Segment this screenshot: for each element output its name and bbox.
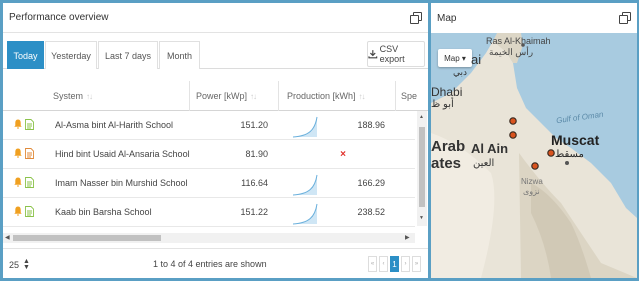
- pagination: « ‹ 1 › »: [368, 256, 421, 272]
- page-number[interactable]: 1: [390, 256, 399, 272]
- tab-today[interactable]: Today: [7, 41, 44, 69]
- power-value: 116.64: [241, 178, 268, 188]
- vertical-scroll-thumb[interactable]: [419, 127, 425, 207]
- horizontal-scroll-thumb[interactable]: [13, 235, 161, 241]
- column-divider: [395, 81, 396, 111]
- column-system-label: System: [53, 91, 84, 101]
- column-divider: [189, 81, 190, 111]
- production-value: 166.29: [357, 178, 385, 188]
- column-system[interactable]: System ↑↓: [53, 81, 93, 111]
- page-size-select[interactable]: 25 ▲ ▼: [9, 256, 39, 273]
- production-value: 238.52: [357, 207, 385, 217]
- performance-header: Performance overview: [3, 3, 428, 33]
- map-label-arab: Arab: [431, 138, 466, 155]
- production-value: 188.96: [357, 120, 385, 130]
- sort-icon: ↑↓: [86, 91, 93, 101]
- production-sparkline: [292, 203, 318, 225]
- horizontal-scrollbar[interactable]: ◀ ▶: [3, 233, 415, 243]
- power-value: 151.20: [240, 120, 268, 130]
- performance-overview-panel: Performance overview Today Yesterday Las…: [3, 3, 428, 278]
- map-label-al-ain-ar: العين: [473, 158, 495, 169]
- production-sparkline: [292, 174, 318, 196]
- panel-title: Performance overview: [9, 12, 109, 23]
- spinner-icon: ▲ ▼: [23, 257, 30, 271]
- table-row[interactable]: Al-Asma bint Al-Harith School 151.20 188…: [3, 111, 415, 140]
- document-icon[interactable]: [25, 119, 34, 130]
- page-size-value: 25: [9, 259, 20, 270]
- download-icon: [368, 50, 378, 59]
- bell-icon[interactable]: [14, 119, 22, 129]
- map-label-muscat: Muscat: [551, 132, 600, 148]
- copy-icon[interactable]: [410, 11, 422, 24]
- map-label-dubai: ai: [471, 52, 482, 67]
- map-label-nizwa-ar: نزوى: [523, 187, 540, 196]
- map-label-abu-dhabi-ar: أبو ظ: [431, 99, 454, 110]
- vertical-scrollbar[interactable]: ▲ ▼: [417, 111, 427, 226]
- system-name[interactable]: Imam Nasser bin Murshid School: [55, 169, 188, 197]
- scroll-up-icon[interactable]: ▲: [419, 114, 424, 120]
- document-icon[interactable]: [25, 206, 34, 217]
- table-row[interactable]: Kaab bin Barsha School 151.22 238.52: [3, 198, 415, 227]
- tab-last-7-days[interactable]: Last 7 days: [98, 41, 158, 69]
- map-label-abu-dhabi: Dhabi: [431, 85, 463, 99]
- document-error-icon[interactable]: [25, 148, 34, 159]
- map-label-nizwa: Nizwa: [521, 177, 543, 186]
- map-label-emirates: ates: [431, 155, 462, 172]
- map-label-al-ain: Al Ain: [471, 141, 509, 156]
- column-spec[interactable]: Spe: [401, 81, 417, 111]
- next-page-icon[interactable]: ›: [401, 256, 410, 272]
- csv-export-label: CSV export: [379, 44, 405, 64]
- map-title: Map: [437, 12, 457, 24]
- no-data-mark: ×: [340, 148, 346, 160]
- map-label-dubai-ar: دبي: [453, 67, 468, 77]
- dashboard-frame: Performance overview Today Yesterday Las…: [0, 0, 639, 281]
- scroll-left-icon[interactable]: ◀: [5, 234, 10, 241]
- period-tabs: Today Yesterday Last 7 days Month CSV ex…: [3, 39, 428, 69]
- map-label-muscat-ar: مسقط: [555, 149, 584, 160]
- production-sparkline: [292, 116, 318, 138]
- first-page-icon[interactable]: «: [368, 256, 377, 272]
- system-name[interactable]: Kaab bin Barsha School: [55, 198, 152, 226]
- document-icon[interactable]: [25, 177, 34, 188]
- system-name[interactable]: Al-Asma bint Al-Harith School: [55, 111, 173, 139]
- bell-icon[interactable]: [14, 148, 22, 158]
- power-value: 151.22: [240, 207, 268, 217]
- csv-export-button[interactable]: CSV export: [367, 41, 425, 67]
- map-view[interactable]: Map ▾ Ras Al-Khaimah رأس الخيمة ai دبي D…: [431, 33, 637, 278]
- table-row[interactable]: Hind bint Usaid Al-Ansaria School 81.90 …: [3, 140, 415, 169]
- scroll-right-icon[interactable]: ▶: [405, 234, 410, 241]
- column-power-label: Power [kWp]: [196, 91, 248, 101]
- map-panel: Map Map ▾ Ras Al-Khaimah رأس الخيمة ai د…: [431, 3, 637, 278]
- last-page-icon[interactable]: »: [412, 256, 421, 272]
- table-footer: 25 ▲ ▼ 1 to 4 of 4 entries are shown « ‹ …: [3, 248, 428, 278]
- prev-page-icon[interactable]: ‹: [379, 256, 388, 272]
- column-production-label: Production [kWh]: [287, 91, 356, 101]
- column-power[interactable]: Power [kWp] ↑↓: [196, 81, 257, 111]
- sort-icon: ↑↓: [250, 91, 257, 101]
- system-name[interactable]: Hind bint Usaid Al-Ansaria School: [55, 140, 190, 168]
- table-row[interactable]: Imam Nasser bin Murshid School 116.64 16…: [3, 169, 415, 198]
- sort-icon: ↑↓: [358, 91, 366, 101]
- entries-info: 1 to 4 of 4 entries are shown: [153, 259, 267, 269]
- tab-yesterday[interactable]: Yesterday: [45, 41, 97, 69]
- scroll-down-icon[interactable]: ▼: [419, 215, 424, 221]
- map-label-ras-ar: رأس الخيمة: [489, 47, 534, 57]
- column-spec-label: Spe: [401, 91, 418, 101]
- bell-icon[interactable]: [14, 206, 22, 216]
- bell-icon[interactable]: [14, 177, 22, 187]
- map-type-button[interactable]: Map ▾: [438, 49, 472, 67]
- tab-month[interactable]: Month: [159, 41, 200, 69]
- map-label-ras: Ras Al-Khaimah: [486, 36, 551, 46]
- table-header: System ↑↓ Power [kWp] ↑↓ Production [kWh] ↑…: [3, 81, 428, 111]
- column-divider: [278, 81, 279, 111]
- copy-icon[interactable]: [619, 12, 631, 24]
- map-header: Map: [431, 3, 637, 33]
- column-production[interactable]: Production [kWh] ↑↓: [287, 81, 366, 111]
- power-value: 81.90: [245, 149, 268, 159]
